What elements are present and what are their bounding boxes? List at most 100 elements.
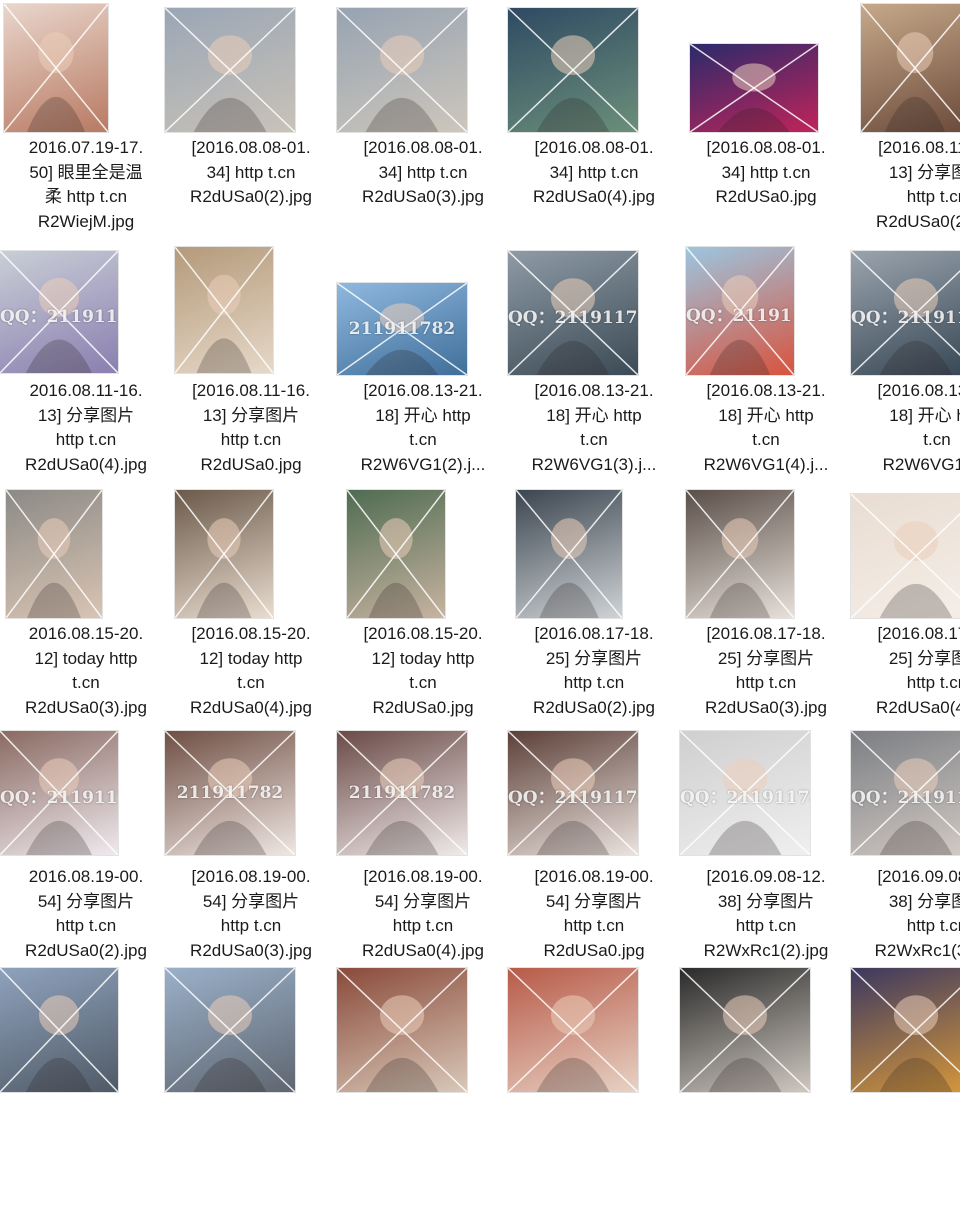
file-tile[interactable] bbox=[337, 966, 509, 1206]
file-name-line: R2dUSa0(2).jpg bbox=[190, 187, 312, 206]
thumbnail-street-photo[interactable]: QQ：211911782 bbox=[851, 731, 960, 855]
thumbnail-girl-selfie[interactable] bbox=[6, 490, 102, 618]
file-name-line: [2016.08.17-18. bbox=[877, 624, 960, 643]
file-name-line: [2016.09.08-12. bbox=[877, 867, 960, 886]
thumbnail-food-photo[interactable] bbox=[851, 968, 960, 1092]
thumbnail-girl-selfie[interactable] bbox=[4, 4, 108, 132]
file-name-line: R2W6VG1(2).j... bbox=[360, 454, 486, 474]
thumbnail-street-photo[interactable] bbox=[508, 8, 638, 132]
file-name-line: 2016.08.19-00. bbox=[28, 867, 144, 886]
file-tile[interactable]: 2016.07.19-17. 50] 眼里全是温柔 http t.cn R2Wiej… bbox=[0, 0, 172, 240]
file-name-line: [2016.08.08-01. bbox=[706, 138, 826, 157]
watermark-cross-icon bbox=[686, 490, 794, 618]
file-tile[interactable]: [2016.08.11-16. 13] 分享图片 http t.cn R2dUSa0.… bbox=[165, 243, 337, 483]
thumbnail-street-photo[interactable]: QQ：211911782 bbox=[680, 731, 810, 855]
file-tile[interactable]: [2016.08.08-01. 34] http t.cn R2dUSa0(4).j… bbox=[508, 0, 680, 240]
thumbnail-girl-selfie[interactable] bbox=[347, 490, 445, 618]
file-name-line: http t.cn bbox=[563, 916, 625, 935]
file-name-label: [2016.08.13-21. 18] 开心 http t.cn R2W6VG1(3)… bbox=[508, 379, 680, 477]
thumbnail-street-photo[interactable] bbox=[337, 8, 467, 132]
file-tile[interactable]: [2016.08.08-01. 34] http t.cn R2dUSa0.jpg bbox=[680, 0, 852, 240]
file-name-line: R2dUSa0.jpg bbox=[543, 940, 645, 960]
thumbnail-swim-photo[interactable]: QQ：211911782 bbox=[686, 247, 794, 375]
file-tile[interactable]: [2016.08.08-01. 34] http t.cn R2dUSa0(3).j… bbox=[337, 0, 509, 240]
thumbnail-girl-selfie[interactable] bbox=[175, 247, 273, 373]
thumbnail-girl-selfie[interactable] bbox=[686, 490, 794, 618]
file-tile[interactable]: [2016.08.11-16. 13] 分享图片 http t.cn R2dUSa0(… bbox=[851, 0, 960, 240]
file-tile[interactable]: [2016.08.08-01. 34] http t.cn R2dUSa0(2).j… bbox=[165, 0, 337, 240]
file-name-line: R2dUSa0(4).jpg bbox=[362, 940, 484, 960]
file-tile[interactable]: QQ：211911782 2016.08.11-16. 13] 分享图片 http t… bbox=[0, 243, 172, 483]
file-tile[interactable]: [2016.08.17-18. 25] 分享图片 http t.cn R2dUSa0(… bbox=[851, 486, 960, 726]
thumbnail-boat-photo[interactable]: QQ：211911782 bbox=[0, 251, 118, 373]
thumbnail-lake-photo[interactable]: 211911782 bbox=[337, 283, 467, 375]
file-name-label: [2016.08.15-20. 12] today http t.cn R2dUSa0… bbox=[337, 622, 509, 720]
file-name-label: [2016.08.08-01. 34] http t.cn R2dUSa0(3).j… bbox=[337, 136, 509, 210]
thumbnail-dog-photo[interactable]: QQ：211911782 bbox=[0, 731, 118, 855]
file-name-line: [2016.08.08-01. bbox=[191, 138, 311, 157]
file-name-line: t.cn bbox=[409, 430, 437, 449]
file-name-line: 34] http t.cn bbox=[721, 162, 811, 182]
file-tile[interactable]: [2016.08.15-20. 12] today http t.cn R2dUSa0… bbox=[165, 486, 337, 726]
thumbnail-dog-photo[interactable]: 211911782 bbox=[165, 731, 295, 855]
file-tile[interactable]: 211911782 [2016.08.13-21. 18] 开心 http t.cn R… bbox=[337, 243, 509, 483]
file-tile[interactable] bbox=[508, 966, 680, 1206]
file-tile[interactable]: 2016.08.15-20. 12] today http t.cn R2dUSa0(… bbox=[0, 486, 172, 726]
file-tile[interactable]: QQ：211911782 [2016.08.13-21. 18] 开心 http t.… bbox=[851, 243, 960, 483]
file-tile[interactable]: [2016.08.15-20. 12] today http t.cn R2dUSa0… bbox=[337, 486, 509, 726]
thumbnail-building-photo[interactable] bbox=[0, 968, 118, 1092]
thumbnail-building-photo[interactable] bbox=[165, 968, 295, 1092]
file-tile[interactable]: QQ：211911782 [2016.09.08-12. 38] 分享图片 http … bbox=[680, 729, 852, 969]
thumbnail-car-photo[interactable] bbox=[680, 968, 810, 1092]
thumbnail-girl-selfie[interactable] bbox=[861, 4, 960, 132]
file-tile[interactable]: [2016.08.17-18. 25] 分享图片 http t.cn R2dUSa0(… bbox=[508, 486, 680, 726]
file-name-line: R2W6VG1(4).j... bbox=[703, 454, 829, 474]
file-name-line: [2016.08.13-21. bbox=[534, 381, 654, 400]
file-tile[interactable] bbox=[680, 966, 852, 1206]
file-name-line: R2dUSa0.jpg bbox=[200, 454, 302, 474]
file-tile[interactable]: QQ：211911782 [2016.08.13-21. 18] 开心 http t.… bbox=[508, 243, 680, 483]
thumbnail-lake-photo[interactable]: QQ：211911782 bbox=[508, 251, 638, 375]
thumbnail-dog-photo[interactable] bbox=[851, 494, 960, 618]
thumbnail-street-photo[interactable] bbox=[516, 490, 622, 618]
file-name-line: R2dUSa0(3).jpg bbox=[25, 697, 147, 717]
file-tile[interactable]: [2016.08.17-18. 25] 分享图片 http t.cn R2dUSa0(… bbox=[680, 486, 852, 726]
file-name-line: R2dUSa0(2).jpg bbox=[25, 940, 147, 960]
file-name-label: [2016.08.08-01. 34] http t.cn R2dUSa0(4).j… bbox=[508, 136, 680, 210]
file-tile[interactable]: QQ：211911782 [2016.08.19-00. 54] 分享图片 http … bbox=[508, 729, 680, 969]
file-name-line: 13] 分享图片 bbox=[888, 162, 960, 182]
thumbnail-street-photo[interactable] bbox=[165, 8, 295, 132]
watermark-cross-icon bbox=[516, 490, 622, 618]
file-tile[interactable] bbox=[0, 966, 172, 1206]
watermark-cross-icon bbox=[337, 8, 467, 132]
file-tile[interactable]: 211911782 [2016.08.19-00. 54] 分享图片 http t.c… bbox=[165, 729, 337, 969]
file-name-line: http t.cn bbox=[906, 916, 960, 935]
watermark-cross-icon bbox=[686, 247, 794, 375]
file-tile[interactable]: QQ：211911782 [2016.09.08-12. 38] 分享图片 http … bbox=[851, 729, 960, 969]
file-name-line: [2016.08.08-01. bbox=[363, 138, 483, 157]
file-tile[interactable]: 211911782 [2016.08.19-00. 54] 分享图片 http t.c… bbox=[337, 729, 509, 969]
file-tile[interactable]: QQ：211911782 2016.08.19-00. 54] 分享图片 http t… bbox=[0, 729, 172, 969]
thumbnail-stage-photo[interactable] bbox=[690, 44, 818, 132]
file-name-line: http t.cn bbox=[220, 430, 282, 449]
file-tile[interactable] bbox=[165, 966, 337, 1206]
thumbnail-dog-photo[interactable]: QQ：211911782 bbox=[508, 731, 638, 855]
file-name-label: [2016.08.13-21. 18] 开心 http t.cn R2W6VG1(2)… bbox=[337, 379, 509, 477]
file-name-label: [2016.08.13-21. 18] 开心 http t.cn R2W6VG1(4)… bbox=[680, 379, 852, 477]
thumbnail-lake-photo[interactable]: QQ：211911782 bbox=[851, 251, 960, 375]
file-name-line: t.cn bbox=[580, 430, 608, 449]
file-name-line: 13] 分享图片 bbox=[202, 405, 300, 425]
thumbnail-girl-selfie[interactable] bbox=[508, 968, 638, 1092]
file-tile[interactable]: QQ：211911782 [2016.08.13-21. 18] 开心 http t.… bbox=[680, 243, 852, 483]
file-name-label: [2016.09.08-12. 38] 分享图片 http t.cn R2WxRc1(… bbox=[680, 865, 852, 963]
file-name-label: [2016.08.17-18. 25] 分享图片 http t.cn R2dUSa0(… bbox=[851, 622, 960, 720]
thumbnail-girl-selfie[interactable] bbox=[175, 490, 273, 618]
file-name-line: 2016.07.19-17. bbox=[28, 138, 144, 157]
thumbnail-girl-selfie[interactable] bbox=[337, 968, 467, 1092]
watermark-cross-icon bbox=[6, 490, 102, 618]
file-tile[interactable] bbox=[851, 966, 960, 1206]
thumbnail-dog-photo[interactable]: 211911782 bbox=[337, 731, 467, 855]
file-name-line: 25] 分享图片 bbox=[888, 648, 960, 668]
file-name-line: [2016.08.19-00. bbox=[191, 867, 311, 886]
watermark-cross-icon bbox=[508, 251, 638, 375]
